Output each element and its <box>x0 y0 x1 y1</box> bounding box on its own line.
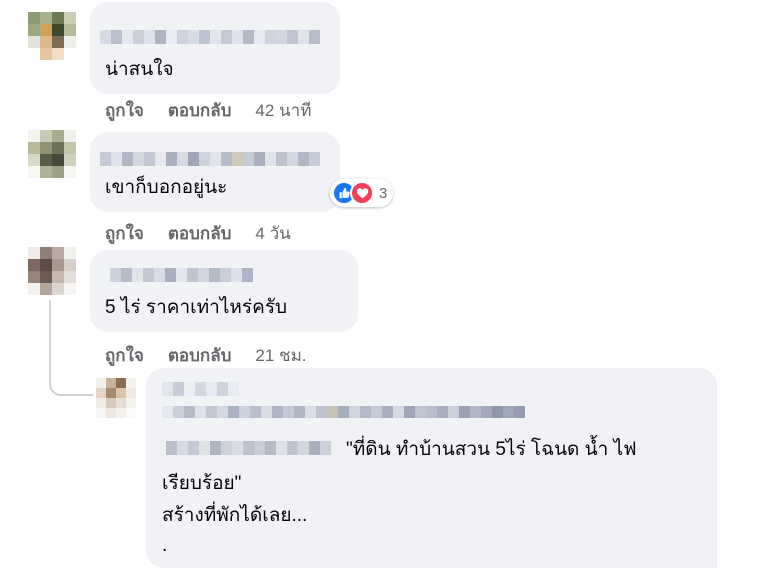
avatar[interactable] <box>28 12 76 60</box>
comment-bubble: น่าสนใจ <box>90 2 340 94</box>
commenter-name[interactable] <box>100 152 320 166</box>
comment-text: เขาก็บอกอยู่นะ <box>105 177 228 198</box>
comment-bubble: เขาก็บอกอยู่นะ <box>90 132 340 212</box>
comment-text: น่าสนใจ <box>105 59 174 80</box>
comment-actions: ถูกใจ ตอบกลับ 4 วัน <box>105 220 291 247</box>
reply-quote-line2: เรียบร้อย" <box>162 473 242 494</box>
timestamp[interactable]: 42 นาที <box>255 97 311 124</box>
commenter-name[interactable] <box>162 382 239 396</box>
comment-bubble: 5 ไร่ ราคาเท่าไหร่ครับ <box>90 250 358 332</box>
love-icon <box>350 181 374 205</box>
comment-actions: ถูกใจ ตอบกลับ 42 นาที <box>105 97 311 124</box>
avatar[interactable] <box>28 247 76 295</box>
avatar[interactable] <box>28 130 76 178</box>
like-link[interactable]: ถูกใจ <box>105 97 144 124</box>
timestamp[interactable]: 4 วัน <box>255 220 290 247</box>
commenter-name[interactable] <box>110 268 253 282</box>
reply-text-line4: . <box>162 535 168 556</box>
avatar[interactable] <box>96 378 136 418</box>
timestamp[interactable]: 21 ชม. <box>255 342 306 369</box>
reply-quote-line1: "ที่ดิน ทำบ้านสวน 5ไร่ โฉนด น้ำ ไฟ <box>346 439 637 460</box>
reaction-summary[interactable]: 3 <box>330 179 394 207</box>
commenter-name[interactable] <box>100 30 320 44</box>
reply-text-line3: สร้างที่พักได้เลย... <box>162 505 308 526</box>
mentioned-name[interactable] <box>166 441 331 455</box>
reply-thread-connector <box>49 300 93 396</box>
like-link[interactable]: ถูกใจ <box>105 342 144 369</box>
reply-bubble: "ที่ดิน ทำบ้านสวน 5ไร่ โฉนด น้ำ ไฟ เรียบ… <box>146 368 717 568</box>
reply-link[interactable]: ตอบกลับ <box>168 220 232 247</box>
reaction-count: 3 <box>379 184 388 202</box>
like-link[interactable]: ถูกใจ <box>105 220 144 247</box>
reply-link[interactable]: ตอบกลับ <box>168 342 232 369</box>
comment-actions: ถูกใจ ตอบกลับ 21 ชม. <box>105 342 307 369</box>
commenter-name-line <box>162 406 525 418</box>
comment-text: 5 ไร่ ราคาเท่าไหร่ครับ <box>105 297 288 318</box>
reply-link[interactable]: ตอบกลับ <box>168 97 232 124</box>
